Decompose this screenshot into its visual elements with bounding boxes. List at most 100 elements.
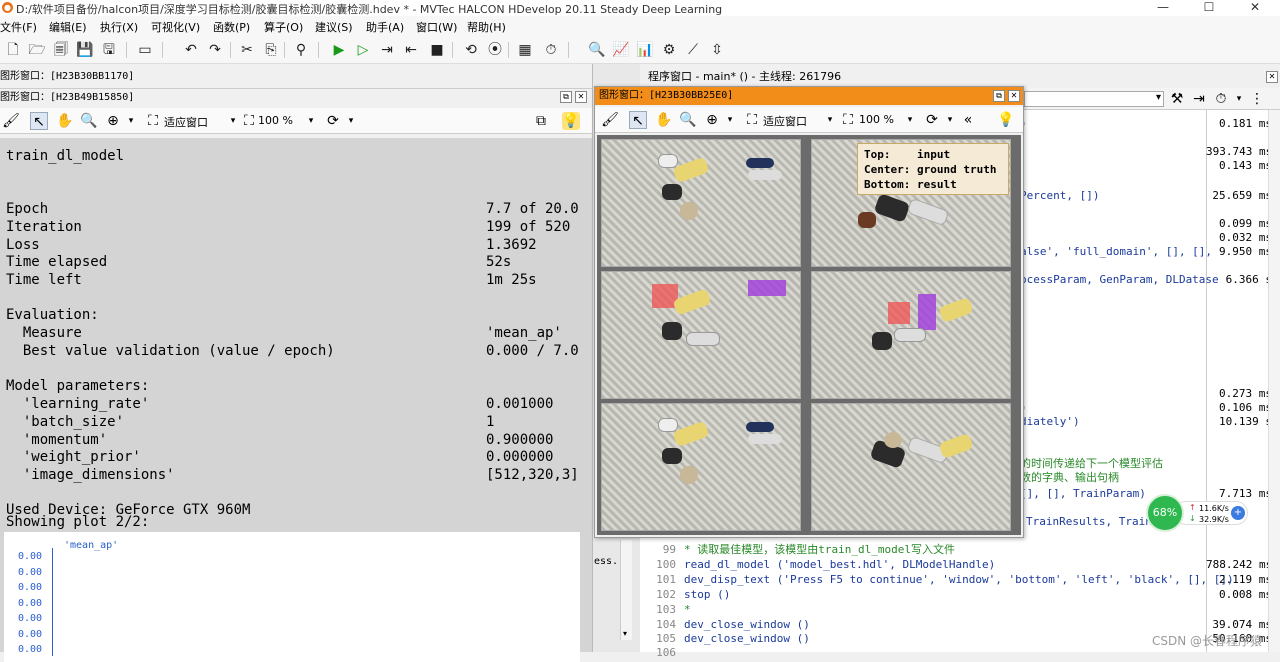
y-tick-label: 0.00 [18, 629, 43, 640]
zoom-percent-dropdown-icon[interactable]: ▾ [901, 111, 919, 129]
lightbulb-icon[interactable]: 💡 [997, 111, 1015, 129]
cut-icon[interactable]: ✂ [238, 41, 256, 59]
open-file-icon[interactable]: 🗁 [28, 41, 46, 59]
step-out-icon[interactable]: ⇤ [402, 41, 420, 59]
menu-edit[interactable]: 编辑(E) [49, 19, 87, 35]
redo-icon[interactable]: ↷ [206, 41, 224, 59]
zoom-percent-label[interactable]: 100 % [258, 114, 293, 127]
time-elapsed-label: Time elapsed [6, 254, 108, 270]
variable-window-icon[interactable]: ▦ [516, 41, 534, 59]
pan-hand-icon[interactable]: ✋ [56, 112, 74, 130]
pointer-icon[interactable]: ↖ [30, 112, 48, 130]
left-float-button[interactable]: ⧉ [560, 91, 572, 103]
menu-assistants[interactable]: 助手(A) [366, 19, 404, 35]
menu-file[interactable]: 文件(F) [0, 19, 37, 35]
magnifier-icon[interactable]: 🔍 [679, 111, 697, 129]
find-icon[interactable]: ⚲ [292, 41, 310, 59]
fit-window-label[interactable]: 适应窗口 [763, 113, 807, 129]
timer-dropdown-icon[interactable]: ▾ [1230, 90, 1248, 108]
exec-time: 0.032 ms [1219, 231, 1272, 244]
open-example-icon[interactable]: 🗐 [52, 41, 70, 59]
floating-window-header[interactable]: 图形窗口：[H23B30BB25E0] [595, 87, 1023, 105]
stop-icon[interactable]: ■ [428, 41, 446, 59]
menu-help[interactable]: 帮助(H) [467, 19, 506, 35]
maximize-button[interactable]: ☐ [1186, 0, 1232, 16]
fit-dropdown-icon[interactable]: ▾ [821, 111, 839, 129]
zoom-dropdown-icon[interactable]: ▾ [122, 112, 140, 130]
ground-truth-image-2 [811, 271, 1011, 399]
more-icon[interactable]: ⋮ [1248, 90, 1266, 108]
zoom-percent-icon[interactable]: ⛶ [240, 112, 258, 130]
floating-float-button[interactable]: ⧉ [993, 90, 1005, 102]
program-close-button[interactable]: ✕ [1266, 71, 1278, 83]
zoom-in-icon[interactable]: ⊕ [104, 112, 122, 130]
save-all-icon[interactable]: 🖫 [100, 41, 118, 59]
layers-icon[interactable]: ⧉ [532, 112, 550, 130]
copy-icon[interactable]: ⎘ [262, 41, 280, 59]
floating-graphics-window[interactable]: 图形窗口：[H23B30BB25E0] ⧉ ✕ 🖌 ↖ ✋ 🔍 ⊕ ▾ ⛶ 适应… [594, 86, 1024, 538]
gray-histogram-icon[interactable]: ⟋ [684, 41, 702, 59]
line-profile-icon[interactable]: 📊 [636, 41, 654, 59]
undo-icon[interactable]: ↶ [182, 41, 200, 59]
close-button[interactable]: ✕ [1232, 0, 1278, 16]
save-icon[interactable]: 💾 [76, 41, 94, 59]
insert-icon[interactable]: ⚒ [1168, 90, 1186, 108]
side-scrollbar[interactable]: ▾ [620, 540, 632, 640]
draw-mode-dropdown-icon[interactable]: ▾ [941, 111, 959, 129]
zoom-percent-label[interactable]: 100 % [859, 113, 894, 126]
code-scrollbar[interactable] [1268, 110, 1280, 652]
fit-window-icon[interactable]: ⛶ [743, 111, 761, 129]
zoom-dropdown-icon[interactable]: ▾ [721, 111, 739, 129]
brush-icon[interactable]: 🖌 [601, 111, 619, 129]
code-line: dev_close_window () [684, 632, 810, 645]
new-file-icon[interactable]: 🗋 [4, 41, 22, 59]
breakpoint-icon[interactable]: ⦿ [486, 41, 504, 59]
network-speed-widget[interactable]: ↑ 11.6K/s ↓ 32.9K/s + 68% [1146, 494, 1250, 534]
plus-icon[interactable]: + [1231, 506, 1245, 520]
menu-suggestions[interactable]: 建议(S) [315, 19, 353, 35]
magnifier-icon[interactable]: 🔍 [80, 112, 98, 130]
step-into-icon[interactable]: ⇥ [378, 41, 396, 59]
fit-window-label[interactable]: 适应窗口 [164, 114, 208, 130]
zoom-percent-icon[interactable]: ⛶ [839, 111, 857, 129]
menu-operators[interactable]: 算子(O) [264, 19, 303, 35]
procedure-select[interactable]: ▾ [1024, 91, 1164, 107]
legend-line: Center: ground truth [864, 163, 997, 176]
profiler-icon[interactable]: ⏱ [542, 41, 560, 59]
pointer-icon[interactable]: ↖ [629, 111, 647, 129]
pan-hand-icon[interactable]: ✋ [655, 111, 673, 129]
menu-execute[interactable]: 执行(X) [100, 19, 138, 35]
run-icon[interactable]: ▶ [330, 41, 348, 59]
histogram-icon[interactable]: 📈 [612, 41, 630, 59]
fit-window-icon[interactable]: ⛶ [144, 112, 162, 130]
brush-icon[interactable]: 🖌 [2, 112, 20, 130]
menu-visualize[interactable]: 可视化(V) [151, 19, 200, 35]
code-fragment: ocessParam, GenParam, DLDatase [1020, 273, 1219, 286]
feature-inspection-icon[interactable]: ⚙ [660, 41, 678, 59]
zoom-in-icon[interactable]: ⊕ [703, 111, 721, 129]
memory-usage-circle[interactable]: 68% [1146, 494, 1184, 532]
param-label: 'momentum' [6, 432, 108, 448]
line-number: 104 [656, 618, 676, 631]
menu-procedures[interactable]: 函数(P) [213, 19, 250, 35]
minimize-button[interactable]: — [1140, 0, 1186, 16]
floating-close-button[interactable]: ✕ [1008, 90, 1020, 102]
indent-icon[interactable]: ⇥ [1190, 90, 1208, 108]
floating-graphics-toolbar: 🖌 ↖ ✋ 🔍 ⊕ ▾ ⛶ 适应窗口 ▾ ⛶ 100 % ▾ ⟳ ▾ « 💡 [595, 107, 1023, 133]
timer-icon[interactable]: ⏱ [1212, 90, 1230, 108]
draw-mode-dropdown-icon[interactable]: ▾ [342, 112, 360, 130]
lightbulb-icon[interactable]: 💡 [562, 112, 580, 130]
draw-mode-icon[interactable]: ⟳ [923, 111, 941, 129]
ocr-icon[interactable]: ⇳ [708, 41, 726, 59]
step-over-icon[interactable]: ▷ [354, 41, 372, 59]
menu-window[interactable]: 窗口(W) [416, 19, 457, 35]
collapse-icon[interactable]: « [959, 111, 977, 129]
zoom-icon[interactable]: 🔍 [588, 41, 606, 59]
left-close-button[interactable]: ✕ [575, 91, 587, 103]
reset-icon[interactable]: ⟲ [462, 41, 480, 59]
epoch-label: Epoch [6, 201, 49, 217]
camera-icon[interactable]: ▭ [136, 41, 154, 59]
code-line: dev_close_window () [684, 618, 810, 631]
draw-mode-icon[interactable]: ⟳ [324, 112, 342, 130]
zoom-percent-dropdown-icon[interactable]: ▾ [302, 112, 320, 130]
